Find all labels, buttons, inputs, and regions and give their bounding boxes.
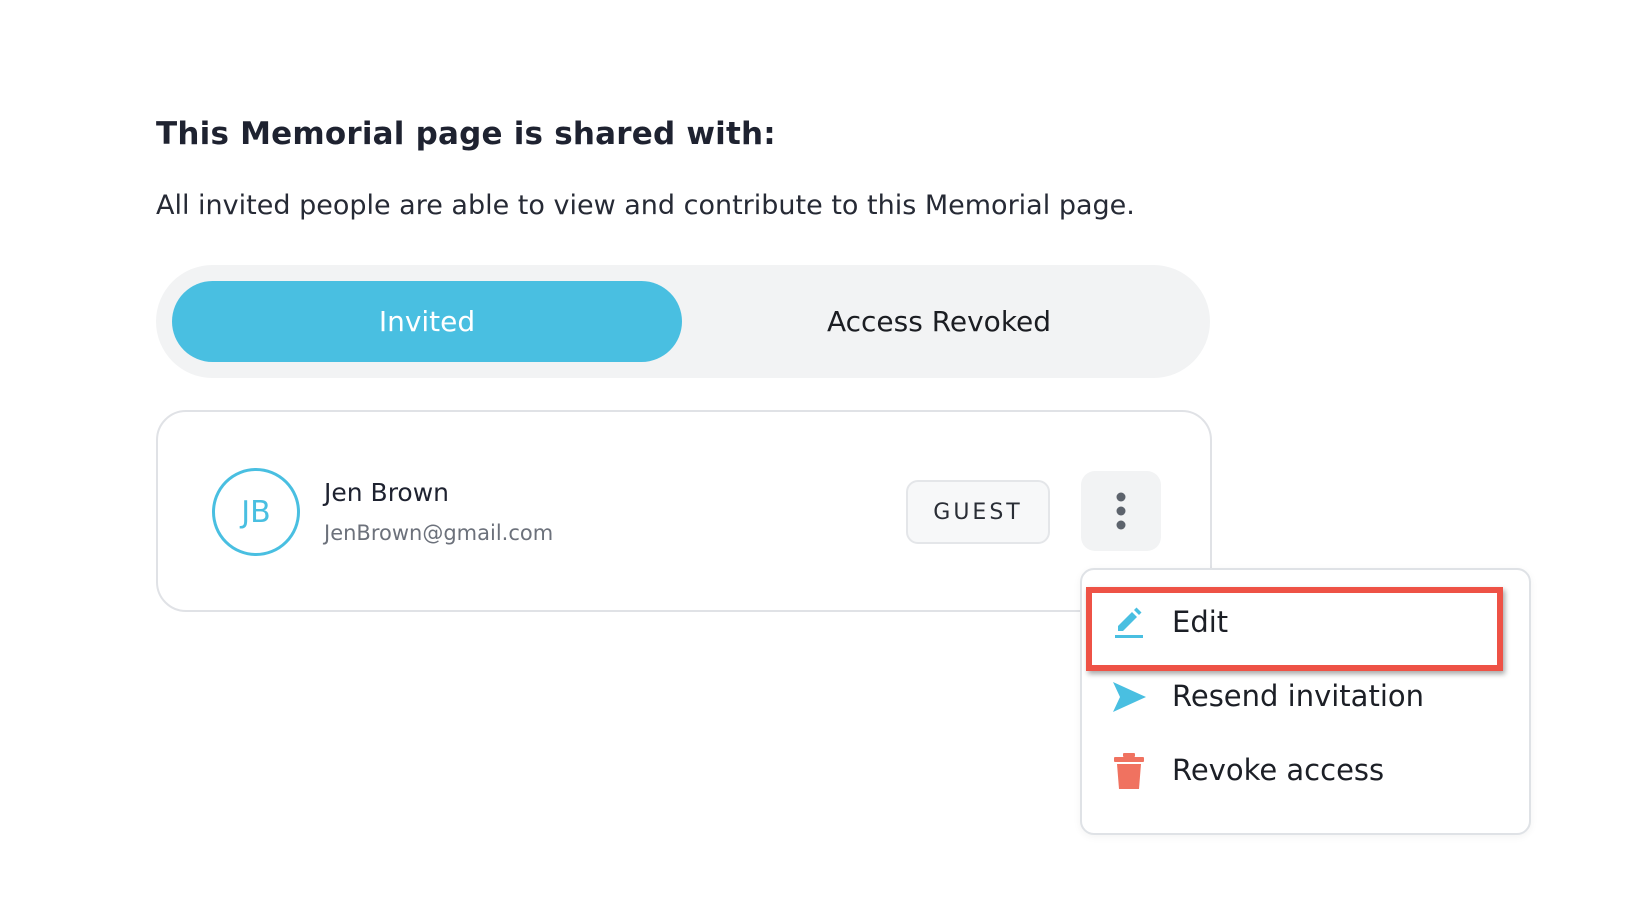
menu-item-revoke-access[interactable]: Revoke access	[1082, 736, 1529, 806]
sharing-panel: This Memorial page is shared with: All i…	[0, 0, 1632, 910]
options-menu: Edit Resend invitation Revoke access	[1080, 568, 1531, 835]
tab-bar: Invited Access Revoked	[156, 265, 1210, 378]
send-icon	[1113, 682, 1146, 712]
menu-item-edit[interactable]: Edit	[1082, 588, 1529, 658]
tab-invited[interactable]: Invited	[172, 281, 682, 362]
vertical-dots-icon	[1116, 492, 1126, 530]
menu-item-label: Resend invitation	[1172, 679, 1424, 713]
avatar: JB	[212, 468, 300, 556]
menu-item-label: Edit	[1172, 605, 1229, 639]
member-card: JB Jen Brown JenBrown@gmail.com GUEST	[156, 410, 1212, 612]
menu-item-label: Revoke access	[1172, 753, 1385, 787]
tab-access-revoked[interactable]: Access Revoked	[684, 281, 1194, 362]
menu-item-resend-invitation[interactable]: Resend invitation	[1082, 662, 1529, 732]
pencil-icon	[1115, 607, 1143, 638]
page-description: All invited people are able to view and …	[156, 190, 1135, 221]
trash-icon	[1114, 753, 1144, 789]
more-options-button[interactable]	[1081, 471, 1161, 551]
member-name: Jen Brown	[324, 478, 450, 507]
page-title: This Memorial page is shared with:	[156, 116, 776, 152]
member-email: JenBrown@gmail.com	[324, 521, 554, 545]
role-badge: GUEST	[906, 480, 1050, 544]
